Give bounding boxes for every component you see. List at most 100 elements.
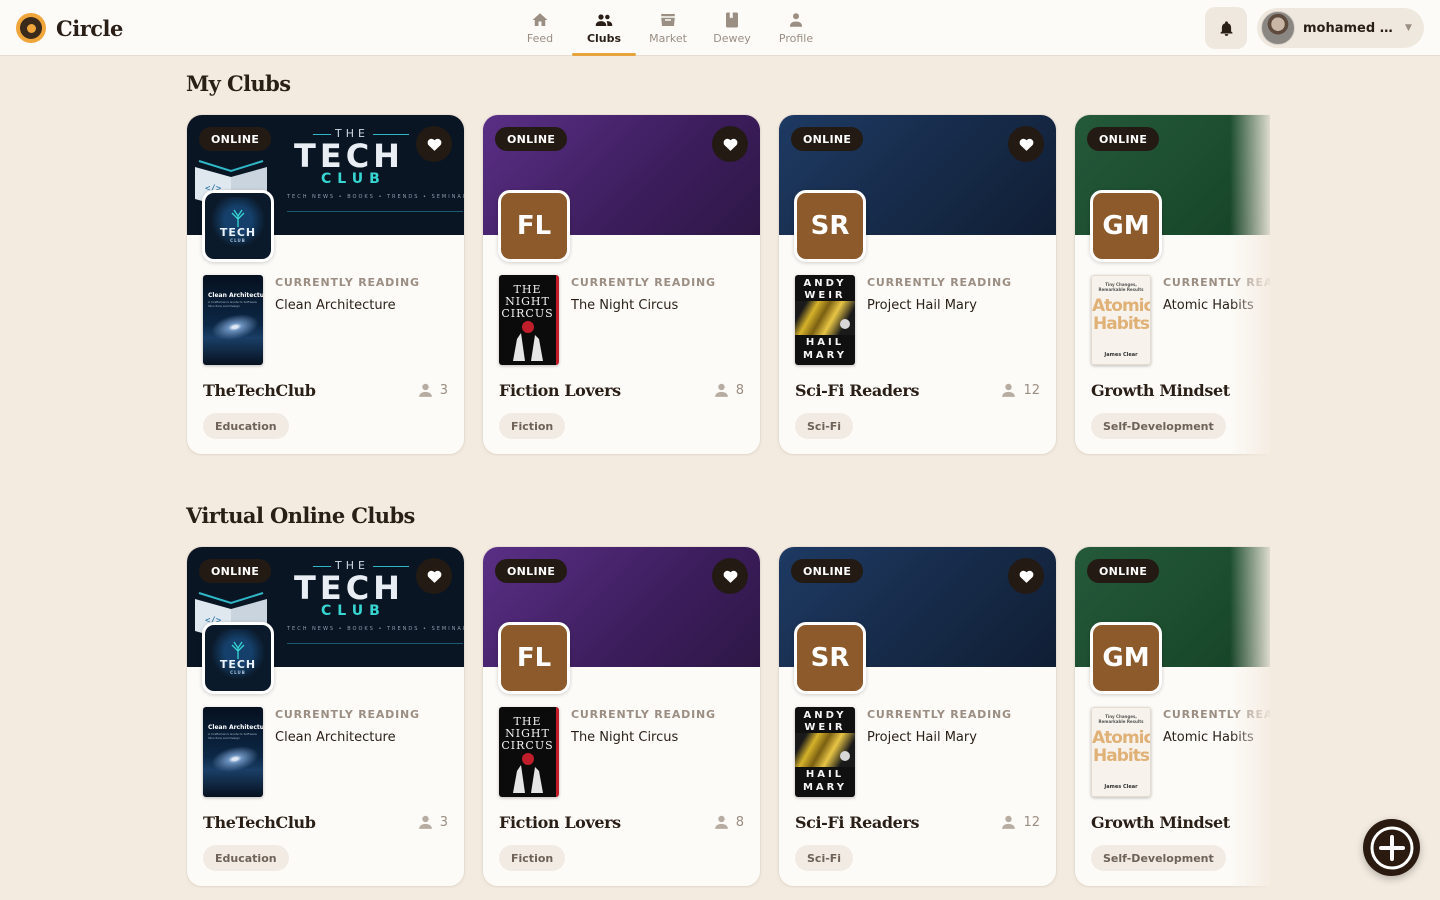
category-chip[interactable]: Sci-Fi <box>795 845 854 871</box>
banner-club: CLUB <box>321 171 386 187</box>
book-cover: THE NIGHT CIRCUS <box>499 707 559 797</box>
person-icon <box>418 815 432 829</box>
status-badge: ONLINE <box>1087 559 1160 583</box>
person-icon <box>714 383 728 397</box>
heart-icon <box>1019 138 1033 151</box>
category-chip[interactable]: Self-Development <box>1091 413 1226 439</box>
nav-profile[interactable]: Profile <box>764 0 828 56</box>
status-badge: ONLINE <box>1087 127 1160 151</box>
heart-icon <box>427 138 441 151</box>
brand-name: Circle <box>56 15 123 41</box>
club-avatar: FL <box>498 622 570 694</box>
club-card[interactable]: </> THE TECH CLUB TECH NEWS • BOOKS • TR… <box>186 114 465 455</box>
book-title: Clean Architecture <box>275 730 396 745</box>
favorite-button[interactable] <box>1008 558 1044 594</box>
cover-title: Clean Architecture <box>208 724 263 731</box>
create-club-button[interactable] <box>1363 819 1420 876</box>
club-name: TheTechClub <box>203 813 316 832</box>
plus-icon <box>1370 826 1413 869</box>
cover-author: James Clear <box>1104 784 1138 790</box>
status-badge: ONLINE <box>495 127 568 151</box>
book-title: Project Hail Mary <box>867 730 977 745</box>
club-card[interactable]: ONLINE SR ANDY WEIR HAIL MARY CURRENTLY … <box>778 546 1057 887</box>
heart-icon <box>1019 570 1033 583</box>
book-icon <box>726 12 738 28</box>
club-card[interactable]: ONLINE GM Tiny Changes, Remarkable Resul… <box>1074 114 1270 455</box>
book-title: Project Hail Mary <box>867 298 977 313</box>
member-count-value: 3 <box>439 383 448 398</box>
club-avatar: SR <box>794 190 866 262</box>
book-title: The Night Circus <box>571 730 679 745</box>
favorite-button[interactable] <box>416 558 452 594</box>
section-title-my-clubs: My Clubs <box>186 71 291 96</box>
banner-title: TECH <box>294 569 404 607</box>
person-icon <box>714 815 728 829</box>
club-name: Fiction Lovers <box>499 813 621 832</box>
category-chip[interactable]: Education <box>203 845 289 871</box>
nav-label: Feed <box>526 32 554 45</box>
user-menu-button[interactable]: mohamed a... ▼ <box>1257 8 1424 48</box>
book-title: Clean Architecture <box>275 298 396 313</box>
nav-market[interactable]: Market <box>636 0 700 56</box>
book-title: Atomic Habits <box>1163 298 1254 313</box>
club-avatar: SR <box>794 622 866 694</box>
club-name: Sci-Fi Readers <box>795 381 920 400</box>
member-count-value: 8 <box>735 383 744 398</box>
club-card[interactable]: ONLINE GM Tiny Changes, Remarkable Resul… <box>1074 546 1270 887</box>
category-chip[interactable]: Fiction <box>499 845 566 871</box>
cover-title: HAIL <box>805 337 845 348</box>
club-card[interactable]: ONLINE SR ANDY WEIR HAIL MARY CURRENTLY … <box>778 114 1057 455</box>
favorite-button[interactable] <box>1008 126 1044 162</box>
nav-dewey[interactable]: Dewey <box>700 0 764 56</box>
nav-feed[interactable]: Feed <box>508 0 572 56</box>
person-icon <box>790 13 802 27</box>
member-count: 12 <box>1000 814 1040 831</box>
club-card[interactable]: ONLINE FL THE NIGHT CIRCUS CURRENTLY REA… <box>482 546 761 887</box>
category-chip[interactable]: Self-Development <box>1091 845 1226 871</box>
logo-text: TECH <box>219 226 257 239</box>
favorite-button[interactable] <box>416 126 452 162</box>
section-title-virtual-online-clubs: Virtual Online Clubs <box>186 503 415 528</box>
member-count: 12 <box>1000 382 1040 399</box>
member-count: 8 <box>713 382 744 399</box>
status-badge: ONLINE <box>791 559 864 583</box>
favorite-button[interactable] <box>712 558 748 594</box>
member-count: 3 <box>417 382 448 399</box>
member-count: 8 <box>713 814 744 831</box>
currently-reading-label: CURRENTLY READING <box>275 276 420 289</box>
nav-label: Market <box>649 32 687 45</box>
category-chip[interactable]: Fiction <box>499 413 566 439</box>
member-count: 3 <box>417 814 448 831</box>
store-icon <box>661 14 675 26</box>
member-count-value: 12 <box>1023 815 1040 830</box>
person-icon <box>418 383 432 397</box>
currently-reading-label: CURRENTLY READING <box>571 708 716 721</box>
top-bar: Circle Feed Clubs Market Dewey Profile m… <box>0 0 1440 56</box>
person-icon <box>1002 383 1016 397</box>
club-avatar: GM <box>1090 190 1162 262</box>
brand[interactable]: Circle <box>16 13 123 43</box>
book-cover: THE NIGHT CIRCUS <box>499 275 559 365</box>
bell-icon <box>1219 20 1233 36</box>
my-clubs-row: </> THE TECH CLUB TECH NEWS • BOOKS • TR… <box>186 114 1270 456</box>
logo-text: TECH <box>219 658 257 671</box>
club-card[interactable]: ONLINE FL THE NIGHT CIRCUS CURRENTLY REA… <box>482 114 761 455</box>
category-chip[interactable]: Sci-Fi <box>795 413 854 439</box>
currently-reading-label: CURRENTLY READING <box>867 276 1012 289</box>
club-avatar: TECH CLUB <box>202 622 274 694</box>
currently-reading-label: CURRENTLY READING <box>1163 276 1270 289</box>
category-chip[interactable]: Education <box>203 413 289 439</box>
notifications-button[interactable] <box>1205 7 1247 49</box>
nav-label: Clubs <box>586 32 622 45</box>
heart-icon <box>723 138 737 151</box>
nav-label: Profile <box>778 32 814 45</box>
banner-tagline: TECH NEWS • BOOKS • TRENDS • SEMINARS <box>287 194 464 200</box>
currently-reading-label: CURRENTLY READING <box>1163 708 1270 721</box>
book-cover: Tiny Changes, Remarkable Results Atomic … <box>1091 707 1151 797</box>
member-count-value: 12 <box>1023 383 1040 398</box>
nav-clubs[interactable]: Clubs <box>572 0 636 56</box>
favorite-button[interactable] <box>712 126 748 162</box>
chevron-down-icon: ▼ <box>1405 23 1412 33</box>
club-name: Growth Mindset <box>1091 381 1230 400</box>
club-card[interactable]: </> THE TECH CLUB TECH NEWS • BOOKS • TR… <box>186 546 465 887</box>
